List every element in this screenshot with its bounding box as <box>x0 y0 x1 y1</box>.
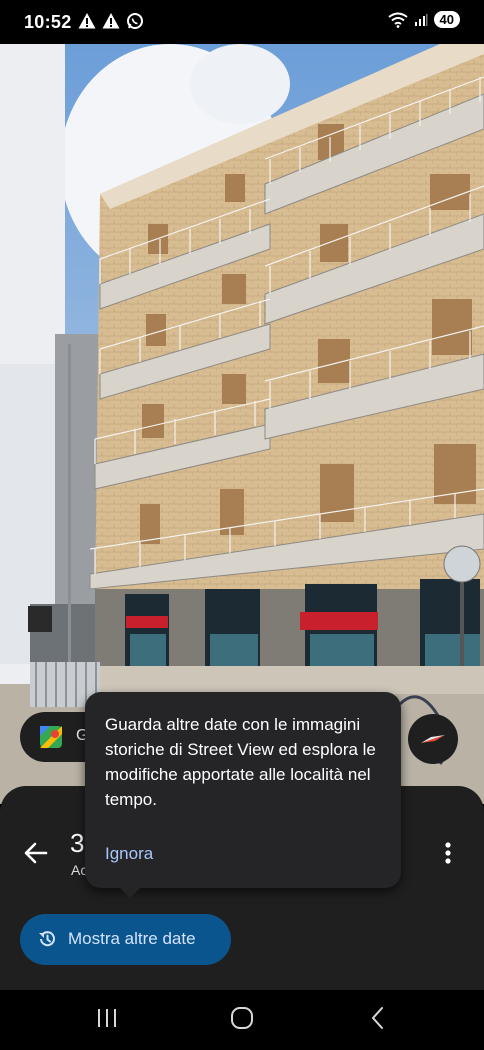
compass-icon <box>421 735 445 743</box>
warning-icon <box>78 13 96 29</box>
street-view-image[interactable] <box>0 44 484 804</box>
show-more-dates-button[interactable]: Mostra altre date <box>20 914 231 965</box>
google-maps-icon <box>40 726 62 748</box>
place-title: 3 <box>70 828 85 858</box>
notification-icons <box>78 12 144 30</box>
recent-apps-icon[interactable] <box>95 1004 119 1032</box>
system-icons: 40 <box>387 11 460 28</box>
street-view-history-tooltip: Guarda altre date con le immagini storic… <box>85 692 401 888</box>
wifi-icon <box>387 12 408 28</box>
warning-icon <box>102 13 120 29</box>
status-time: 10:52 <box>24 12 72 32</box>
more-vert-icon[interactable] <box>436 840 460 868</box>
home-icon[interactable] <box>229 1004 255 1032</box>
tooltip-text: Guarda altre date con le immagini storic… <box>105 715 376 809</box>
dismiss-button[interactable]: Ignora <box>105 844 153 864</box>
compass-button[interactable] <box>408 714 458 764</box>
back-icon[interactable] <box>366 1004 390 1032</box>
status-bar: 10:52 40 <box>0 0 484 44</box>
signal-icon <box>414 13 428 26</box>
back-arrow-icon[interactable] <box>22 838 50 868</box>
show-more-dates-label: Mostra altre date <box>68 929 196 948</box>
history-icon <box>39 931 55 947</box>
battery-level: 40 <box>433 11 460 28</box>
whatsapp-icon <box>127 13 143 29</box>
tooltip-pointer <box>116 884 144 898</box>
